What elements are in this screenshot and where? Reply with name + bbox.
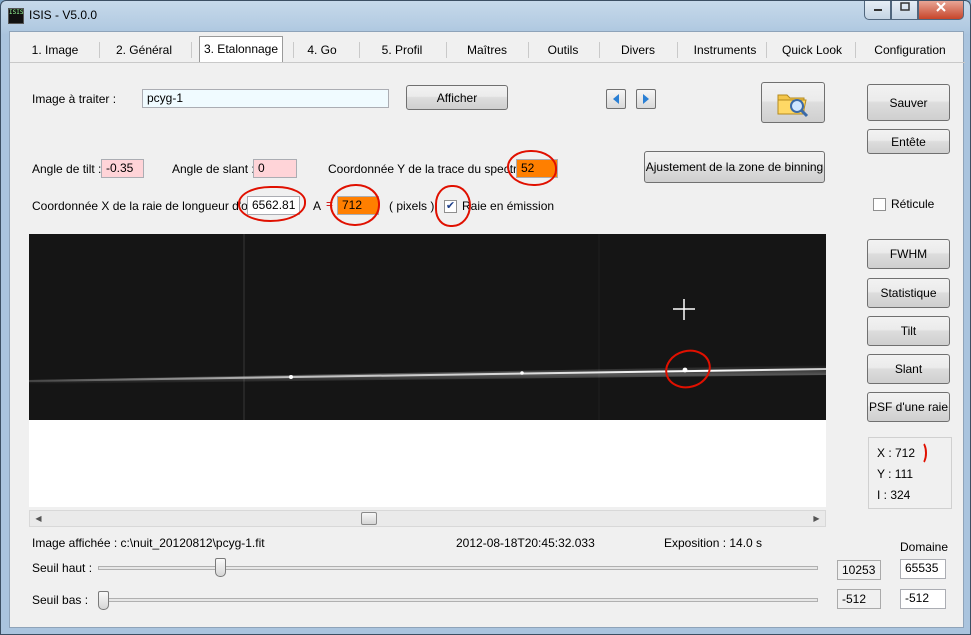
low-domain-field[interactable]: -512 [900,589,946,609]
tab-configuration[interactable]: Configuration [862,38,958,62]
emission-line-checkbox[interactable]: ✔ [444,200,457,213]
wavelength-x-label: Coordonnée X de la raie de longueur d'on… [32,199,268,213]
maximize-button[interactable] [891,1,918,20]
scroll-right-icon[interactable]: ▶ [808,511,825,526]
arrow-left-icon [613,94,619,104]
high-threshold-label: Seuil haut : [32,561,93,575]
tab-image[interactable]: 1. Image [22,38,88,62]
tab-go[interactable]: 4. Go [300,38,344,62]
pixels-unit-label: ( pixels ) [389,199,435,213]
high-domain-field[interactable]: 65535 [900,559,946,579]
low-threshold-slider[interactable] [98,591,109,610]
scroll-thumb[interactable] [360,512,377,525]
binning-adjust-button[interactable]: Ajustement de la zone de binning [644,151,825,183]
tab-strip: 1. Image 2. Général 3. Etalonnage 4. Go … [10,36,965,64]
psf-line-button[interactable]: PSF d'une raie [867,392,950,422]
tab-instruments[interactable]: Instruments [686,38,764,62]
checkmark-icon: ✔ [445,200,456,212]
browse-folder-button[interactable] [761,82,825,123]
window-title: ISIS - V5.0.0 [29,8,98,22]
image-name-field[interactable]: pcyg-1 [142,89,389,108]
tab-divers[interactable]: Divers [610,38,666,62]
slant-angle-label: Angle de slant : [172,162,255,176]
previous-image-button[interactable] [606,89,626,109]
header-button[interactable]: Entête [867,129,950,154]
spectrum-render [29,234,826,420]
folder-search-icon [777,94,809,117]
main-panel: 1. Image 2. Général 3. Etalonnage 4. Go … [9,31,965,628]
cursor-info-box: X : 712 Y : 111 I : 324 [868,437,952,509]
tab-outils[interactable]: Outils [540,38,586,62]
image-view-blank [29,420,826,507]
exposure-time: Exposition : 14.0 s [664,536,763,550]
title-bar: ISIS ISIS - V5.0.0 [1,1,970,31]
wavelength-field[interactable]: 6562.81 [247,196,300,215]
arrow-right-icon [643,94,649,104]
image-to-process-label: Image à traiter : [32,92,117,106]
image-horizontal-scrollbar[interactable]: ◀ ▶ [29,510,826,527]
trace-y-label: Coordonnée Y de la trace du spectre : [328,162,531,176]
cursor-x-readout: X : 712 [877,446,916,460]
next-image-button[interactable] [636,89,656,109]
low-threshold-track[interactable] [98,598,818,602]
save-button[interactable]: Sauver [867,84,950,121]
high-threshold-track[interactable] [98,566,818,570]
app-window: ISIS ISIS - V5.0.0 1. Image 2. Général 3… [0,0,971,635]
high-threshold-value: 10253 [837,560,881,580]
tilt-button[interactable]: Tilt [867,316,950,346]
maximize-icon [899,2,910,11]
minimize-button[interactable] [864,1,891,20]
tab-etalonnage[interactable]: 3. Etalonnage [199,36,283,62]
trace-y-field[interactable]: 52 [516,159,558,178]
cursor-y-readout: Y : 111 [877,467,914,481]
tab-general[interactable]: 2. Général [108,38,180,62]
fwhm-button[interactable]: FWHM [867,239,950,269]
close-button[interactable] [918,1,964,20]
reticle-label: Réticule [891,197,935,211]
tab-maitres[interactable]: Maîtres [458,38,516,62]
angstrom-label: A [313,199,322,213]
displayed-image-path: Image affichée : c:\nuit_20120812\pcyg-1… [32,536,265,550]
low-threshold-label: Seuil bas : [32,593,89,607]
high-threshold-slider[interactable] [215,558,227,577]
emission-line-label: Raie en émission [462,199,555,213]
observation-date: 2012-08-18T20:45:32.033 [456,536,595,550]
minimize-icon [873,9,882,11]
reticle-checkbox[interactable] [873,198,886,211]
afficher-button[interactable]: Afficher [406,85,508,110]
scroll-left-icon[interactable]: ◀ [30,511,47,526]
low-threshold-value: -512 [837,589,881,609]
statistics-button[interactable]: Statistique [867,278,950,308]
tab-profil[interactable]: 5. Profil [372,38,432,62]
tilt-angle-label: Angle de tilt : [32,162,102,176]
slant-button[interactable]: Slant [867,354,950,384]
spectrum-image[interactable] [29,234,826,420]
tab-quick-look[interactable]: Quick Look [772,38,852,62]
slant-angle-field[interactable]: 0 [253,159,297,178]
domain-label: Domaine [900,540,949,554]
line-x-pixel-field[interactable]: 712 [337,196,379,215]
cursor-intensity-readout: I : 324 [877,488,911,502]
close-icon [936,2,946,12]
tilt-angle-field[interactable]: -0.35 [101,159,144,178]
app-logo-icon: ISIS [8,8,24,24]
